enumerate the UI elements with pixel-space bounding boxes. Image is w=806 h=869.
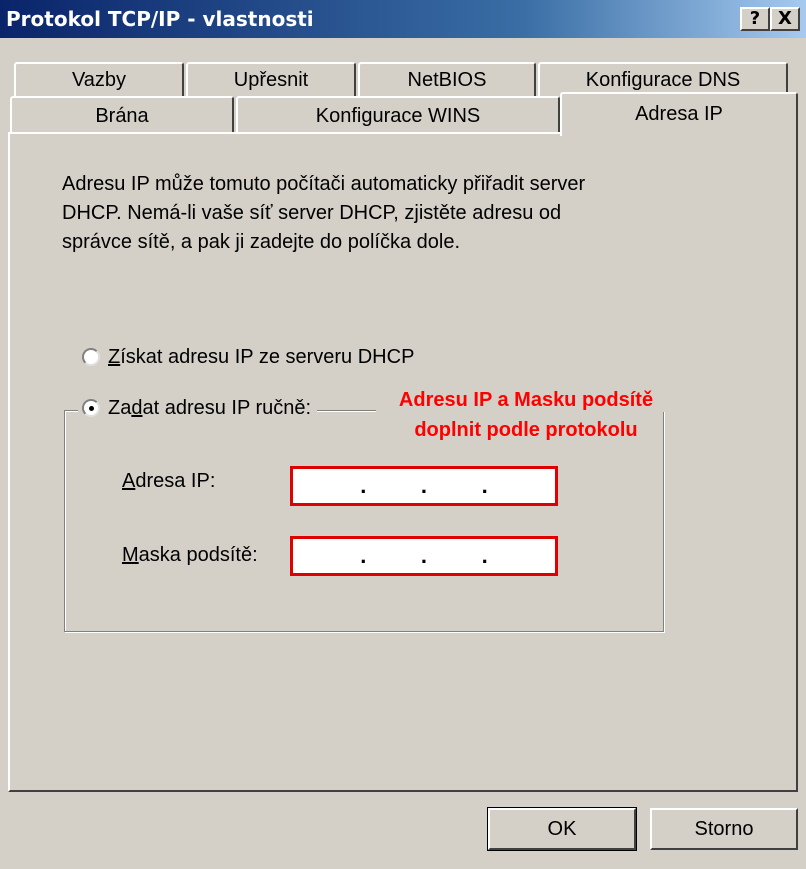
access-key: A (122, 470, 136, 492)
description-line: správce sítě, a pak ji zadejte do políčk… (62, 231, 461, 253)
help-button[interactable]: ? (740, 7, 770, 31)
tab-konfigurace-wins[interactable]: Konfigurace WINS (236, 96, 560, 132)
ip-address-label-text: dresa IP: (135, 470, 216, 492)
ip-octet-separator: . (481, 543, 488, 568)
radio-dhcp[interactable]: Získat adresu IP ze serveru DHCP (82, 346, 421, 369)
close-button[interactable]: X (770, 7, 800, 31)
tab-brana[interactable]: Brána (10, 96, 234, 132)
tab-upresnit[interactable]: Upřesnit (186, 62, 356, 98)
description-line: Adresu IP může tomuto počítači automatic… (62, 173, 586, 195)
access-key: Z (108, 346, 121, 368)
subnet-mask-label: Maska podsítě: (122, 544, 258, 567)
ip-octet-separator: . (360, 543, 367, 568)
subnet-mask-label-text: aska podsítě: (138, 544, 258, 566)
ip-octet-separator: . (360, 473, 367, 498)
access-key: M (122, 544, 139, 566)
radio-checked-icon[interactable] (82, 399, 100, 417)
radio-dhcp-label: ískat adresu IP ze serveru DHCP (120, 346, 415, 368)
ok-button[interactable]: OK (487, 807, 637, 851)
access-key: d (131, 397, 143, 419)
ip-octet-separator: . (420, 473, 428, 498)
description-text: Adresu IP může tomuto počítači automatic… (62, 170, 682, 257)
tab-adresa-ip[interactable]: Adresa IP (560, 92, 798, 136)
radio-manual-prefix: Za (108, 397, 132, 419)
ip-octet-separator: . (420, 543, 428, 568)
description-line: DHCP. Nemá-li vaše síť server DHCP, zjis… (62, 202, 562, 224)
radio-manual[interactable]: Zadat adresu IP ručně: (78, 397, 318, 420)
subnet-mask-input[interactable]: . . . (290, 536, 558, 576)
tab-vazby[interactable]: Vazby (14, 62, 184, 98)
title-bar[interactable]: Protokol TCP/IP - vlastnosti ? X (0, 0, 806, 38)
annotation-line-1: Adresu IP a Masku podsítě (376, 389, 676, 412)
radio-unchecked-icon[interactable] (82, 348, 100, 366)
manual-ip-groupbox (64, 410, 664, 632)
radio-manual-label: at adresu IP ručně: (142, 397, 312, 419)
ip-octet-separator: . (481, 473, 488, 498)
annotation-line-2: doplnit podle protokolu (414, 419, 638, 441)
tab-netbios[interactable]: NetBIOS (358, 62, 536, 98)
ip-address-input[interactable]: . . . (290, 466, 558, 506)
ip-address-label: Adresa IP: (122, 470, 215, 493)
window-title: Protokol TCP/IP - vlastnosti (6, 7, 314, 31)
cancel-button[interactable]: Storno (650, 808, 798, 850)
